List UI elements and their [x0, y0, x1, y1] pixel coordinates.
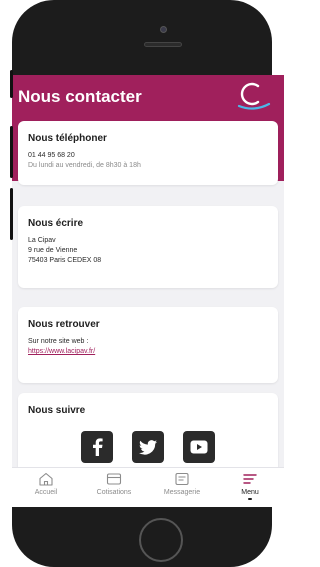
tab-label: Messagerie: [163, 489, 201, 496]
menu-icon: [243, 474, 257, 484]
mail-card-title: Nous écrire: [28, 218, 84, 229]
website-card: Nous retrouver Sur notre site web : http…: [18, 307, 278, 383]
mail-card: Nous écrire La Cipav 9 rue de Vienne 754…: [18, 206, 278, 288]
social-card-title: Nous suivre: [28, 405, 86, 416]
phone-frame: Nous contacter Nous téléphoner 01 44 95 …: [12, 0, 284, 567]
cipav-logo-icon: [237, 82, 271, 110]
website-card-title: Nous retrouver: [28, 319, 100, 330]
page-title: Nous contacter: [18, 87, 142, 106]
earpiece-speaker: [144, 42, 182, 47]
bottom-tab-bar: Accueil Cotisations Messagerie Menu: [12, 467, 284, 507]
front-camera: [160, 26, 167, 33]
website-link[interactable]: https://www.lacipav.fr/: [28, 347, 268, 357]
youtube-icon[interactable]: [183, 431, 215, 463]
tab-messagerie[interactable]: Messagerie: [152, 472, 212, 496]
card-icon: [106, 473, 122, 485]
home-button[interactable]: [139, 518, 183, 562]
address-line: 75403 Paris CEDEX 08: [28, 257, 102, 264]
phone-number[interactable]: 01 44 95 68 20: [28, 151, 268, 161]
active-tab-indicator: [248, 498, 252, 500]
message-icon: [175, 472, 189, 486]
mute-switch: [10, 70, 13, 98]
tab-menu[interactable]: Menu: [220, 472, 280, 500]
tab-cotisations[interactable]: Cotisations: [84, 472, 144, 496]
opening-hours: Du lundi au vendredi, de 8h30 à 18h: [28, 162, 141, 169]
home-icon: [39, 472, 53, 486]
address-line: 9 rue de Vienne: [28, 247, 78, 254]
app-screen: Nous contacter Nous téléphoner 01 44 95 …: [12, 75, 284, 507]
phone-card-title: Nous téléphoner: [28, 133, 107, 144]
volume-down-button: [10, 188, 13, 240]
tab-label: Cotisations: [96, 489, 132, 496]
phone-card: Nous téléphoner 01 44 95 68 20 Du lundi …: [18, 121, 278, 185]
tab-label: Accueil: [34, 489, 58, 496]
twitter-icon[interactable]: [132, 431, 164, 463]
facebook-icon[interactable]: [81, 431, 113, 463]
address-line: La Cipav: [28, 237, 56, 244]
tab-label: Menu: [241, 489, 259, 496]
tab-accueil[interactable]: Accueil: [16, 472, 76, 496]
volume-up-button: [10, 126, 13, 178]
social-links: [18, 431, 278, 463]
website-intro: Sur notre site web :: [28, 338, 89, 345]
